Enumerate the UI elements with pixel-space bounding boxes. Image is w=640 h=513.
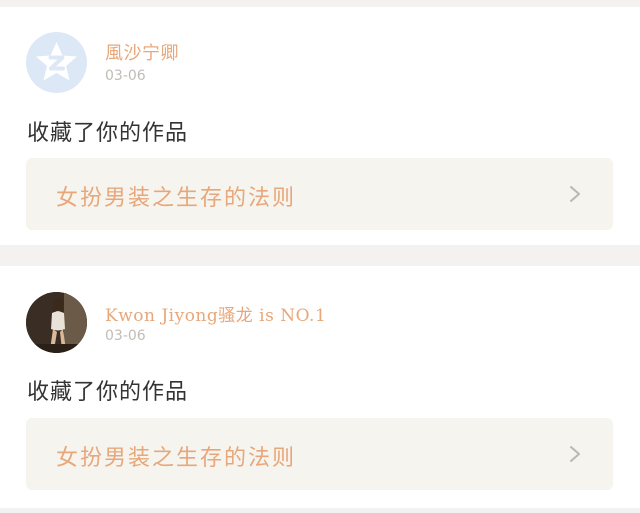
work-title: 女扮男装之生存的法则	[56, 446, 297, 471]
action-text: 收藏了你的作品	[27, 380, 189, 405]
avatar[interactable]	[26, 292, 87, 353]
avatar[interactable]	[26, 32, 87, 93]
username[interactable]: Kwon Jiyong骚龙 is NO.1	[105, 301, 326, 326]
work-title: 女扮男装之生存的法则	[56, 186, 297, 211]
chevron-right-icon	[570, 186, 580, 202]
timestamp: 03-06	[105, 328, 146, 344]
default-avatar-star-icon	[36, 42, 77, 81]
work-link[interactable]: 女扮男装之生存的法则	[26, 158, 613, 230]
user-photo	[26, 292, 87, 353]
action-text: 收藏了你的作品	[27, 121, 189, 146]
chevron-right-icon	[570, 446, 580, 462]
activity-feed: 風沙宁卿 03-06 收藏了你的作品 女扮男装之生存的法则 Kwon Jiyon…	[0, 0, 640, 513]
username[interactable]: 風沙宁卿	[105, 39, 179, 65]
work-link[interactable]: 女扮男装之生存的法则	[26, 418, 613, 490]
timestamp: 03-06	[105, 68, 146, 84]
feed-item: 風沙宁卿 03-06 收藏了你的作品 女扮男装之生存的法则	[0, 7, 640, 245]
feed-item: Kwon Jiyong骚龙 is NO.1 03-06 收藏了你的作品 女扮男装…	[0, 266, 640, 508]
